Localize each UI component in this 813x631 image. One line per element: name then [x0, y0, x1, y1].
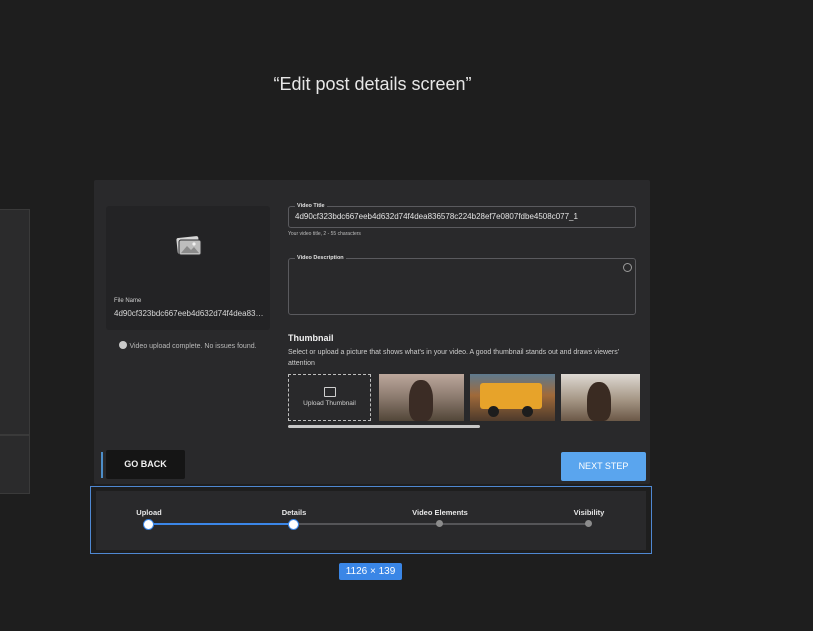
- next-step-button[interactable]: NEXT STEP: [561, 452, 646, 481]
- video-title-hint: Your video title, 2 - 55 characters: [288, 231, 361, 237]
- thumbnail-heading: Thumbnail: [288, 333, 334, 343]
- step-dot-upload[interactable]: [143, 519, 154, 530]
- step-dot-visibility[interactable]: [585, 520, 592, 527]
- step-dot-video-elements[interactable]: [436, 520, 443, 527]
- video-preview-card: File Name 4d90cf323bdc667eeb4d632d74f4de…: [106, 206, 270, 330]
- thumbnail-option[interactable]: [379, 374, 464, 421]
- file-name-label: File Name: [114, 298, 142, 304]
- person-image: [409, 380, 433, 421]
- thumbnail-option[interactable]: [470, 374, 555, 421]
- video-description-label: Video Description: [295, 254, 346, 263]
- step-label-upload: Upload: [136, 508, 162, 517]
- video-description-field[interactable]: Video Description: [288, 254, 636, 315]
- upload-thumbnail-button[interactable]: Upload Thumbnail: [288, 374, 371, 421]
- screen-caption: “Edit post details screen”: [273, 74, 472, 94]
- add-image-icon: [323, 387, 336, 397]
- person-image: [587, 382, 611, 421]
- edit-details-frame: File Name 4d90cf323bdc667eeb4d632d74f4de…: [94, 180, 650, 484]
- thumbnail-description: Select or upload a picture that shows wh…: [288, 349, 620, 367]
- left-side-panel-lower: [0, 435, 30, 494]
- emoji-icon[interactable]: [623, 263, 632, 272]
- focus-indicator: [101, 452, 103, 478]
- video-title-label: Video Title: [295, 202, 327, 211]
- left-side-panel: [0, 209, 30, 435]
- thumbnail-scrollbar[interactable]: [288, 425, 480, 428]
- truck-wheel: [488, 406, 499, 417]
- step-dot-details[interactable]: [288, 519, 299, 530]
- step-label-details: Details: [281, 508, 307, 517]
- upload-status: Video upload complete. No issues found.: [94, 341, 282, 350]
- stepper-track-complete: [149, 523, 294, 525]
- progress-stepper: [96, 491, 646, 550]
- thumbnail-option[interactable]: [561, 374, 640, 421]
- video-title-value[interactable]: 4d90cf323bdc667eeb4d632d74f4dea836578c22…: [295, 212, 578, 221]
- step-label-visibility: Visibility: [573, 508, 605, 517]
- upload-thumbnail-label: Upload Thumbnail: [303, 400, 356, 407]
- truck-wheel: [522, 406, 533, 417]
- video-title-field[interactable]: Video Title 4d90cf323bdc667eeb4d632d74f4…: [288, 202, 636, 228]
- truck-image: [480, 383, 542, 409]
- file-name-value: 4d90cf323bdc667eeb4d632d74f4dea836578c22…: [114, 309, 266, 318]
- step-label-video-elements: Video Elements: [412, 508, 468, 517]
- upload-status-text: Video upload complete. No issues found.: [129, 342, 257, 350]
- check-circle-icon: [119, 341, 128, 349]
- image-placeholder-icon: [176, 236, 202, 256]
- go-back-button[interactable]: GO BACK: [106, 450, 185, 479]
- selection-size-badge: 1126 × 139: [339, 563, 402, 580]
